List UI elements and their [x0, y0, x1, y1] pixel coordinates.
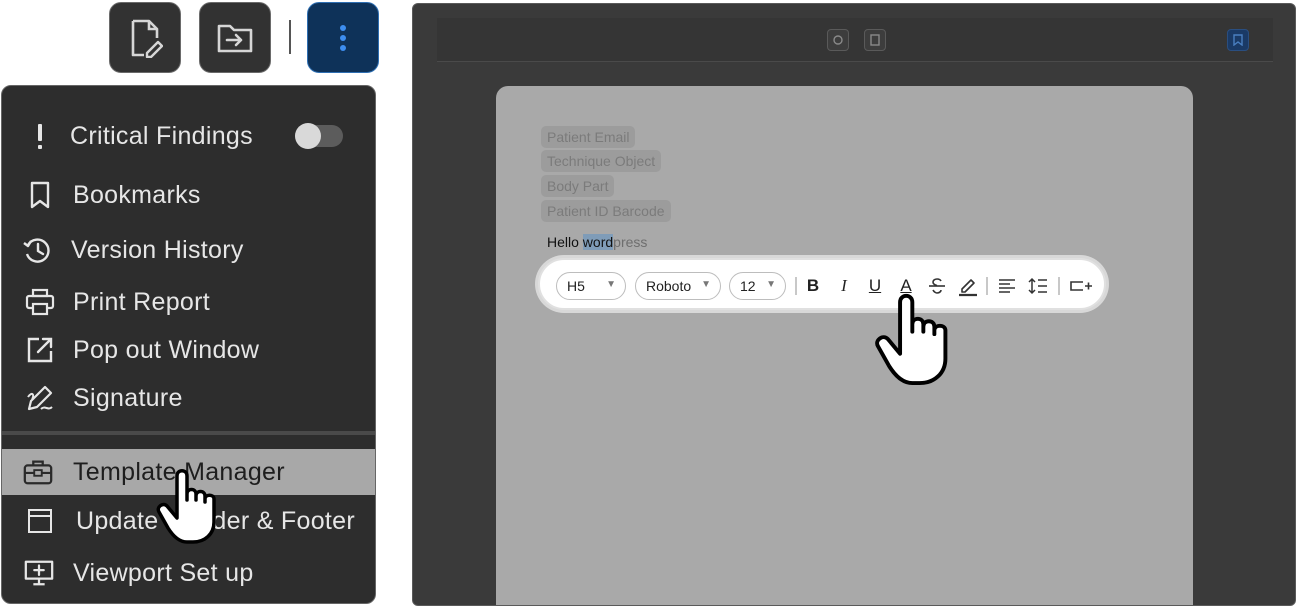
- menu-item-critical-findings[interactable]: Critical Findings: [2, 113, 375, 159]
- toolbar-divider: [289, 20, 291, 54]
- app-root: Critical Findings Bookmarks Version Hist…: [0, 0, 1297, 607]
- hand-cursor-icon: [875, 293, 948, 386]
- variable-chip[interactable]: Technique Object: [541, 150, 662, 172]
- edit-report-button[interactable]: [109, 2, 181, 73]
- font-family-select[interactable]: Roboto ▼: [635, 272, 721, 300]
- import-folder-button[interactable]: [199, 2, 271, 73]
- sync-button[interactable]: [827, 29, 849, 51]
- hand-cursor-icon: [156, 469, 216, 544]
- more-options-button[interactable]: [307, 2, 379, 73]
- insert-field-button[interactable]: [1067, 273, 1095, 299]
- editor-top-bar: [437, 18, 1273, 62]
- variable-chip[interactable]: Patient Email: [541, 126, 636, 148]
- bookmark-icon: [1233, 34, 1243, 46]
- bookmark-icon: [24, 179, 56, 211]
- critical-findings-toggle[interactable]: [295, 123, 343, 149]
- align-left-icon: [999, 279, 1015, 293]
- menu-item-label: Viewport Set up: [73, 558, 254, 587]
- signature-icon: [24, 382, 56, 414]
- caret-down-icon: ▼: [606, 279, 616, 290]
- bold-button[interactable]: B: [801, 273, 825, 299]
- text-before: Hello: [547, 234, 583, 250]
- file-edit-icon: [131, 19, 163, 58]
- caret-down-icon: ▼: [701, 279, 711, 290]
- menu-item-label: Pop out Window: [73, 335, 260, 364]
- menu-item-label: Bookmarks: [73, 180, 201, 209]
- menu-item-signature[interactable]: Signature: [2, 375, 375, 421]
- menu-item-bookmarks[interactable]: Bookmarks: [2, 172, 375, 218]
- line-spacing-button[interactable]: [1026, 273, 1050, 299]
- heading-select[interactable]: H5 ▼: [556, 272, 626, 300]
- bookmark-button[interactable]: [1227, 29, 1249, 51]
- document-page[interactable]: Patient Email Technique Object Body Part…: [496, 86, 1193, 605]
- monitor-plus-icon: [23, 557, 55, 589]
- layout-icon: [24, 505, 56, 537]
- variable-chip[interactable]: Patient ID Barcode: [541, 200, 671, 222]
- toolbar-separator: [795, 277, 797, 295]
- formatting-toolbar: H5 ▼ Roboto ▼ 12 ▼ B I U A: [538, 258, 1106, 310]
- toolbar-separator: [986, 277, 988, 295]
- highlight-button[interactable]: [956, 273, 980, 299]
- document-settings-button[interactable]: [864, 29, 886, 51]
- caret-down-icon: ▼: [766, 279, 776, 290]
- heading-value: H5: [567, 278, 585, 294]
- font-value: Roboto: [646, 278, 692, 294]
- menu-item-label: Version History: [71, 235, 244, 264]
- align-button[interactable]: [995, 273, 1019, 299]
- document-text[interactable]: Hello wordpress: [547, 234, 647, 250]
- text-after: press: [613, 234, 648, 250]
- toolbar-separator: [1058, 277, 1060, 295]
- menu-item-version-history[interactable]: Version History: [2, 227, 375, 273]
- exclamation-icon: [24, 120, 56, 152]
- history-icon: [21, 234, 53, 266]
- menu-item-print-report[interactable]: Print Report: [2, 279, 375, 325]
- highlighter-icon: [959, 279, 977, 297]
- selected-text: word: [582, 234, 614, 250]
- menu-item-label: Critical Findings: [70, 121, 253, 150]
- printer-icon: [24, 286, 56, 318]
- line-spacing-icon: [1028, 277, 1047, 295]
- briefcase-icon: [22, 456, 54, 488]
- folder-import-icon: [217, 24, 253, 52]
- size-value: 12: [740, 278, 756, 294]
- menu-divider: [2, 431, 375, 435]
- italic-button[interactable]: I: [832, 273, 856, 299]
- menu-item-label: Print Report: [73, 287, 210, 316]
- external-link-icon: [24, 334, 56, 366]
- document-icon: [870, 34, 880, 46]
- variable-chip[interactable]: Body Part: [541, 175, 615, 197]
- insert-field-icon: [1070, 281, 1092, 291]
- more-vertical-icon: [340, 24, 346, 51]
- font-size-select[interactable]: 12 ▼: [729, 272, 786, 300]
- menu-item-viewport-setup[interactable]: Viewport Set up: [2, 550, 375, 596]
- sync-icon: [833, 35, 843, 45]
- menu-item-label: Signature: [73, 383, 183, 412]
- menu-item-pop-out-window[interactable]: Pop out Window: [2, 327, 375, 373]
